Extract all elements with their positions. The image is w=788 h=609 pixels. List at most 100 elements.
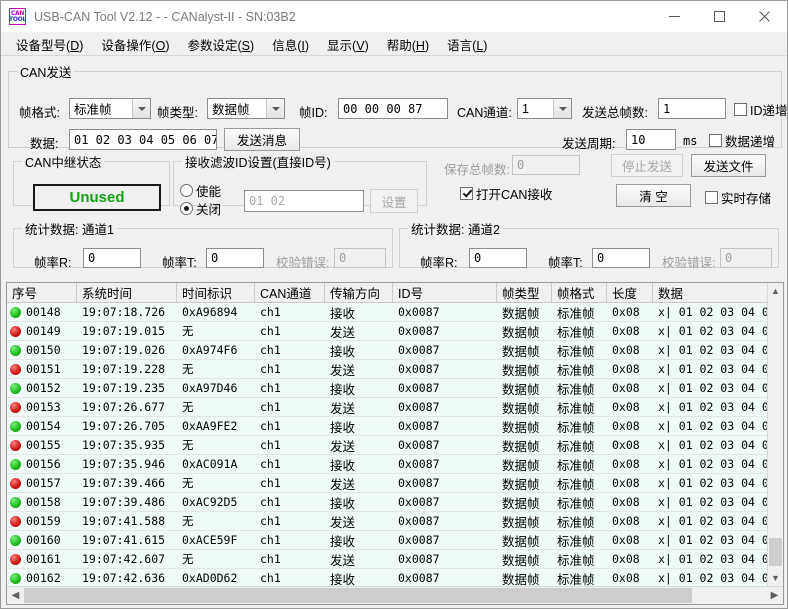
total-frames-input[interactable]: 1: [658, 98, 726, 119]
chevron-down-icon[interactable]: [266, 99, 284, 118]
table-cell-dir: 接收: [330, 496, 356, 511]
menu-help[interactable]: 帮助(H): [378, 33, 438, 56]
menu-language-key: L: [476, 38, 484, 53]
table-cell-dir: 发送: [330, 477, 356, 492]
table-cell-len: 0x08: [612, 495, 640, 509]
send-period-input[interactable]: 10: [626, 129, 676, 150]
table-row[interactable]: 00156 19:07:35.946 0xAC091A ch1 接收 0x0087 数据帧 标…: [7, 455, 783, 474]
minimize-icon[interactable]: [652, 1, 697, 32]
table-row[interactable]: 00154 19:07:26.705 0xAA9FE2 ch1 接收 0x0087 数据帧 标…: [7, 417, 783, 436]
table-row[interactable]: 00149 19:07:19.015 无 ch1 发送 0x0087 数据帧 标准帧 0x08 x…: [7, 322, 783, 341]
table-header-cell-3[interactable]: CAN通道: [255, 283, 325, 302]
table-header-cell-2[interactable]: 时间标识: [177, 283, 255, 302]
ch1-frame-rate-r-input[interactable]: 0: [83, 248, 141, 268]
table-row[interactable]: 00155 19:07:35.935 无 ch1 发送 0x0087 数据帧 标准帧 0x08 x…: [7, 436, 783, 455]
id-increment-checkbox-box[interactable]: [734, 103, 747, 116]
relay-status-display: Unused: [33, 184, 161, 211]
relay-status-group: CAN中继状态 Unused: [13, 152, 170, 211]
receive-led-icon: [10, 496, 21, 508]
frame-type-select[interactable]: 数据帧: [207, 98, 285, 119]
app-icon-line2: TOOL: [9, 15, 26, 23]
send-message-button[interactable]: 发送消息: [224, 128, 300, 151]
chevron-down-icon[interactable]: [553, 99, 571, 118]
menu-display[interactable]: 显示(V): [318, 33, 378, 56]
realtime-store-checkbox-box[interactable]: [705, 191, 718, 204]
vertical-scrollbar[interactable]: ▲ ▼: [767, 283, 783, 586]
filter-enable-radio-dot[interactable]: [180, 184, 193, 197]
relay-status-value: Unused: [69, 189, 125, 206]
table-row[interactable]: 00158 19:07:39.486 0xAC92D5 ch1 接收 0x0087 数据帧 标…: [7, 493, 783, 512]
menu-information[interactable]: 信息(I): [263, 33, 318, 56]
table-header-cell-9[interactable]: 数据: [653, 283, 783, 302]
table-header-cell-7[interactable]: 帧格式: [552, 283, 607, 302]
frame-id-input[interactable]: 00 00 00 87: [338, 98, 448, 119]
table-header-cell-0[interactable]: 序号: [7, 283, 77, 302]
receive-led-icon: [10, 306, 21, 318]
send-file-button[interactable]: 发送文件: [691, 154, 766, 177]
ch1-frame-rate-t-input[interactable]: 0: [206, 248, 264, 268]
table-row[interactable]: 00160 19:07:41.615 0xACE59F ch1 接收 0x0087 数据帧 标…: [7, 531, 783, 550]
table-header-cell-1[interactable]: 系统时间: [77, 283, 177, 302]
open-can-receive-checkbox-box[interactable]: [460, 187, 473, 200]
can-channel-select[interactable]: 1: [517, 98, 572, 119]
data-increment-checkbox-box[interactable]: [709, 134, 722, 147]
menu-language[interactable]: 语言(L): [438, 33, 496, 56]
table-row[interactable]: 00161 19:07:42.607 无 ch1 发送 0x0087 数据帧 标准帧 0x08 x…: [7, 550, 783, 569]
menu-device-operation[interactable]: 设备操作(O): [92, 33, 178, 56]
close-icon[interactable]: [742, 1, 787, 32]
filter-id-input[interactable]: 01 02: [244, 190, 364, 212]
vertical-scrollbar-thumb[interactable]: [769, 538, 782, 566]
data-input[interactable]: 01 02 03 04 05 06 07 08: [69, 129, 217, 150]
table-row[interactable]: 00152 19:07:19.235 0xA97D46 ch1 接收 0x0087 数据帧 标…: [7, 379, 783, 398]
table-cell-tstamp: 无: [182, 400, 194, 414]
menu-parameter-settings[interactable]: 参数设定(S): [178, 33, 263, 56]
table-cell-id: 0x0087: [398, 571, 440, 585]
table-header-cell-5[interactable]: ID号: [393, 283, 497, 302]
scroll-left-icon[interactable]: ◀: [7, 587, 24, 604]
scroll-up-icon[interactable]: ▲: [768, 283, 783, 299]
filter-set-button[interactable]: 设置: [370, 189, 418, 213]
open-can-receive-checkbox[interactable]: 打开CAN接收: [460, 184, 552, 203]
table-header-cell-4[interactable]: 传输方向: [325, 283, 393, 302]
table-header-cell-6[interactable]: 帧类型: [497, 283, 552, 302]
stop-send-button[interactable]: 停止发送: [611, 154, 683, 177]
table-cell-id: 0x0087: [398, 476, 440, 490]
scroll-down-icon[interactable]: ▼: [768, 570, 783, 586]
table-row[interactable]: 00157 19:07:39.466 无 ch1 发送 0x0087 数据帧 标准帧 0x08 x…: [7, 474, 783, 493]
data-increment-label: 数据递增: [725, 135, 776, 149]
table-row[interactable]: 00151 19:07:19.228 无 ch1 发送 0x0087 数据帧 标准帧 0x08 x…: [7, 360, 783, 379]
table-cell-seq: 00150: [7, 341, 77, 359]
table-header-cell-8[interactable]: 长度: [607, 283, 653, 302]
clear-button[interactable]: 清 空: [616, 184, 691, 207]
table-row[interactable]: 00150 19:07:19.026 0xA974F6 ch1 接收 0x0087 数据帧 标…: [7, 341, 783, 360]
id-increment-checkbox[interactable]: ID递增: [734, 100, 787, 119]
scroll-right-icon[interactable]: ▶: [766, 587, 783, 604]
table-cell-id: 0x0087: [398, 343, 440, 357]
table-cell-len: 0x08: [612, 381, 640, 395]
table-row[interactable]: 00148 19:07:18.726 0xA96894 ch1 接收 0x0087 数据帧 标…: [7, 303, 783, 322]
table-row[interactable]: 00159 19:07:41.588 无 ch1 发送 0x0087 数据帧 标准帧 0x08 x…: [7, 512, 783, 531]
realtime-store-checkbox[interactable]: 实时存储: [705, 188, 771, 207]
table-cell-tstamp: 0xA96894: [182, 305, 238, 319]
horizontal-scrollbar[interactable]: ◀ ▶: [7, 586, 783, 604]
title-bar: CAN TOOL USB-CAN Tool V2.12 - - CANalyst…: [1, 1, 787, 33]
transmit-led-icon: [10, 515, 21, 527]
filter-enable-radio[interactable]: 使能: [180, 181, 221, 200]
ch2-frame-rate-r-input[interactable]: 0: [469, 248, 527, 268]
chevron-down-icon[interactable]: [132, 99, 150, 118]
data-increment-checkbox[interactable]: 数据递增: [709, 131, 775, 150]
table-row[interactable]: 00153 19:07:26.677 无 ch1 发送 0x0087 数据帧 标准帧 0x08 x…: [7, 398, 783, 417]
horizontal-scrollbar-track[interactable]: [24, 587, 766, 604]
ch1-crc-error-label: 校验错误:: [276, 256, 330, 270]
menu-device-model[interactable]: 设备型号(D): [7, 33, 92, 56]
maximize-icon[interactable]: [697, 1, 742, 32]
ch2-frame-rate-t-input[interactable]: 0: [592, 248, 650, 268]
total-frames-value: 1: [663, 101, 671, 116]
filter-disable-radio[interactable]: 关闭: [180, 199, 221, 218]
filter-disable-radio-dot[interactable]: [180, 202, 193, 215]
table-cell-id: 0x0087: [398, 495, 440, 509]
table-cell-data: x| 01 02 03 04 05 06 07 08: [658, 457, 783, 471]
frame-format-select[interactable]: 标准帧: [69, 98, 151, 119]
horizontal-scrollbar-thumb[interactable]: [24, 588, 692, 603]
ch2-frame-rate-t-value: 0: [597, 251, 605, 265]
